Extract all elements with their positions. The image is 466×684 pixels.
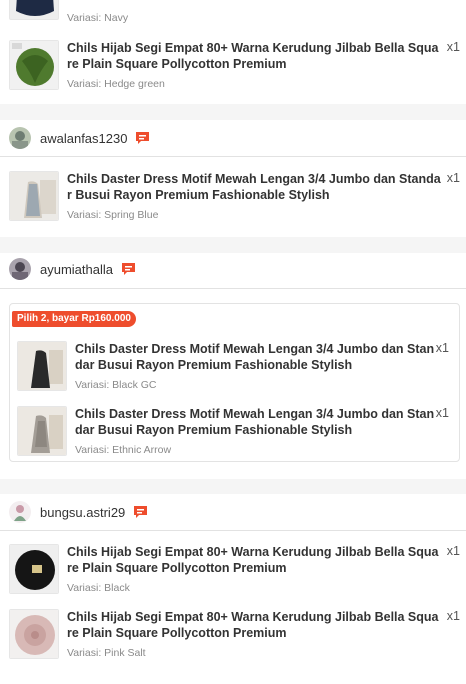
buyer-username[interactable]: ayumiathalla <box>40 262 113 277</box>
order-card: awalanfas1230 Chils Daster Dress Motif M… <box>0 120 466 237</box>
quantity: x1 <box>446 171 460 185</box>
order-card: Variasi: Navy Chils Hijab Segi Empat 80+… <box>0 0 466 104</box>
buyer-row[interactable]: bungsu.astri29 <box>9 501 148 523</box>
variant-label: Variasi: Navy <box>67 12 129 24</box>
divider <box>0 288 466 289</box>
product-thumbnail[interactable] <box>9 171 59 221</box>
variant-label: Variasi: Black <box>67 582 130 594</box>
order-item[interactable]: Chils Hijab Segi Empat 80+ Warna Kerudun… <box>9 40 466 92</box>
product-title[interactable]: Chils Hijab Segi Empat 80+ Warna Kerudun… <box>67 544 442 576</box>
product-thumbnail[interactable] <box>17 406 67 456</box>
product-thumbnail[interactable] <box>9 609 59 659</box>
product-thumbnail[interactable] <box>9 40 59 90</box>
product-title[interactable]: Chils Hijab Segi Empat 80+ Warna Kerudun… <box>67 609 442 641</box>
avatar[interactable] <box>9 127 31 149</box>
buyer-row[interactable]: ayumiathalla <box>9 258 136 280</box>
quantity: x1 <box>435 341 449 355</box>
product-title[interactable]: Chils Daster Dress Motif Mewah Lengan 3/… <box>75 341 435 373</box>
avatar[interactable] <box>9 501 31 523</box>
chat-icon[interactable] <box>135 131 150 145</box>
order-item[interactable]: Chils Daster Dress Motif Mewah Lengan 3/… <box>9 171 466 223</box>
buyer-row[interactable]: awalanfas1230 <box>9 127 150 149</box>
variant-label: Variasi: Black GC <box>75 379 157 391</box>
variant-label: Variasi: Ethnic Arrow <box>75 444 172 456</box>
order-card: bungsu.astri29 Chils Hijab Segi Empat 80… <box>0 494 466 684</box>
quantity: x1 <box>446 544 460 558</box>
order-item[interactable]: Chils Daster Dress Motif Mewah Lengan 3/… <box>17 341 459 393</box>
product-thumbnail[interactable] <box>17 341 67 391</box>
order-item[interactable]: Chils Hijab Segi Empat 80+ Warna Kerudun… <box>9 609 466 661</box>
variant-label: Variasi: Spring Blue <box>67 209 159 221</box>
product-title[interactable]: Chils Daster Dress Motif Mewah Lengan 3/… <box>75 406 435 438</box>
order-item[interactable]: Variasi: Navy <box>9 0 466 24</box>
quantity: x1 <box>435 406 449 420</box>
product-thumbnail[interactable] <box>9 0 59 20</box>
order-item[interactable]: Chils Hijab Segi Empat 80+ Warna Kerudun… <box>9 544 466 596</box>
quantity: x1 <box>446 609 460 623</box>
quantity: x1 <box>446 40 460 54</box>
product-title[interactable]: Chils Daster Dress Motif Mewah Lengan 3/… <box>67 171 442 203</box>
buyer-username[interactable]: awalanfas1230 <box>40 131 127 146</box>
divider <box>0 156 466 157</box>
bundle-promo-badge: Pilih 2, bayar Rp160.000 <box>12 311 136 327</box>
product-title[interactable]: Chils Hijab Segi Empat 80+ Warna Kerudun… <box>67 40 442 72</box>
avatar[interactable] <box>9 258 31 280</box>
bundle-deal-box: Pilih 2, bayar Rp160.000 Chils Daster Dr… <box>9 303 460 462</box>
order-item[interactable]: Chils Daster Dress Motif Mewah Lengan 3/… <box>17 406 459 458</box>
variant-label: Variasi: Hedge green <box>67 78 165 90</box>
variant-label: Variasi: Pink Salt <box>67 647 146 659</box>
chat-icon[interactable] <box>133 505 148 519</box>
divider <box>0 530 466 531</box>
buyer-username[interactable]: bungsu.astri29 <box>40 505 125 520</box>
product-thumbnail[interactable] <box>9 544 59 594</box>
chat-icon[interactable] <box>121 262 136 276</box>
